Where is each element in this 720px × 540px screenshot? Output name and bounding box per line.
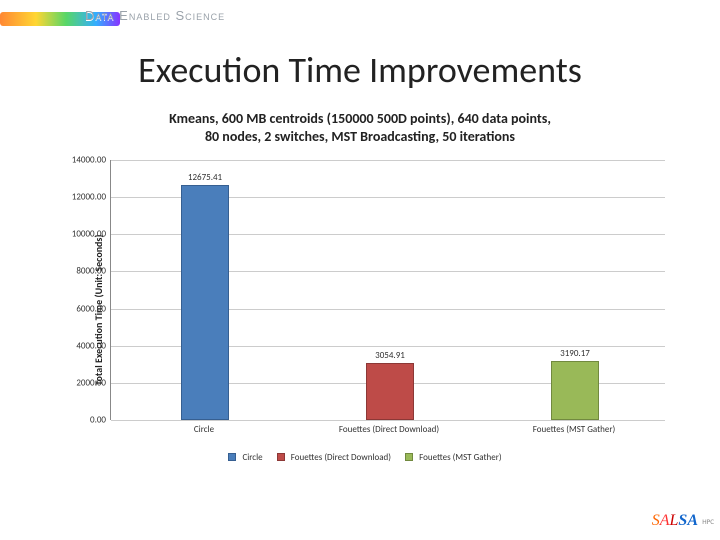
slide: Data Enabled Science Execution Time Impr…	[0, 0, 720, 540]
chart-subtitle: Kmeans, 600 MB centroids (150000 500D po…	[60, 110, 660, 145]
subtitle-line-2: 80 nodes, 2 switches, MST Broadcasting, …	[205, 128, 515, 145]
y-tick: 10000.00	[56, 229, 106, 240]
bar-value-label: 12675.41	[188, 172, 222, 183]
legend: Circle Fouettes (Direct Download) Fouett…	[55, 452, 675, 463]
logo-letter: S	[652, 512, 660, 529]
footer-logo: SALSA	[652, 512, 698, 530]
gridline	[111, 420, 665, 421]
x-category: Fouettes (MST Gather)	[484, 424, 664, 435]
bar-chart: Total Execution Time (Unit: Seconds) 0.0…	[55, 160, 675, 460]
y-tick: 8000.00	[56, 266, 106, 277]
logo-letter: A	[660, 512, 670, 529]
slide-title: Execution Time Improvements	[0, 48, 720, 92]
x-category: Fouettes (Direct Download)	[299, 424, 479, 435]
subtitle-line-1: Kmeans, 600 MB centroids (150000 500D po…	[169, 110, 551, 127]
bar-fill: 3054.91	[366, 363, 414, 420]
y-tick: 4000.00	[56, 340, 106, 351]
y-tick: 12000.00	[56, 192, 106, 203]
bar-value-label: 3190.17	[560, 348, 590, 359]
legend-label: Circle	[242, 452, 262, 463]
legend-label: Fouettes (MST Gather)	[419, 452, 501, 463]
legend-swatch-icon	[228, 453, 236, 461]
brand-text: Data Enabled Science	[85, 8, 225, 23]
legend-label: Fouettes (Direct Download)	[291, 452, 391, 463]
y-tick: 14000.00	[56, 155, 106, 166]
y-tick: 0.00	[56, 415, 106, 426]
y-tick: 6000.00	[56, 303, 106, 314]
legend-swatch-icon	[405, 453, 413, 461]
legend-swatch-icon	[277, 453, 285, 461]
gridline	[111, 160, 665, 161]
logo-letter: SA	[678, 512, 698, 529]
y-tick: 2000.00	[56, 377, 106, 388]
bar-fill: 3190.17	[551, 361, 599, 420]
bar-fill: 12675.41	[181, 185, 229, 420]
plot-area: 0.00 2000.00 4000.00 6000.00 8000.00 100…	[110, 160, 665, 420]
bar-value-label: 3054.91	[375, 350, 405, 361]
x-category: Circle	[114, 424, 294, 435]
legend-item: Fouettes (Direct Download)	[277, 452, 391, 463]
legend-item: Circle	[228, 452, 262, 463]
legend-item: Fouettes (MST Gather)	[405, 452, 502, 463]
footer-sub: HPC	[702, 517, 714, 526]
